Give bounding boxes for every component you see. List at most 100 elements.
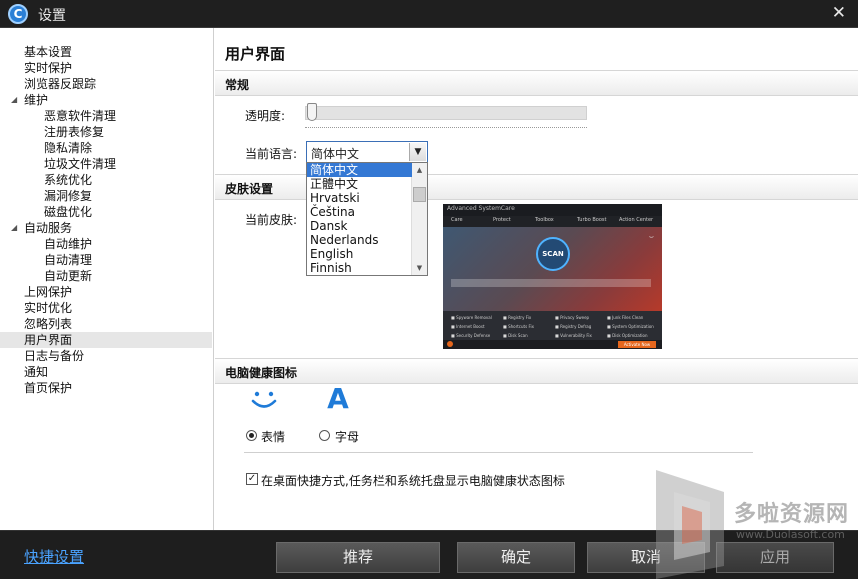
language-option[interactable]: Čeština bbox=[307, 205, 412, 219]
sidebar-item[interactable]: 日志与备份 bbox=[0, 348, 213, 364]
sidebar-item[interactable]: 用户界面 bbox=[0, 332, 212, 348]
section-general: 常规 bbox=[215, 70, 858, 96]
sidebar-item[interactable]: 实时保护 bbox=[0, 60, 213, 76]
chevron-up-icon[interactable]: ▲ bbox=[412, 163, 427, 177]
radio-letter[interactable] bbox=[319, 430, 330, 441]
radio-emoji-label[interactable]: 表情 bbox=[261, 428, 285, 445]
sidebar-item-label: 注册表修复 bbox=[44, 125, 105, 139]
sidebar-item-label: 实时保护 bbox=[24, 61, 73, 75]
sidebar-item-label: 漏洞修复 bbox=[44, 189, 93, 203]
sidebar-item[interactable]: 隐私清除 bbox=[0, 140, 213, 156]
sidebar-item-label: 日志与备份 bbox=[24, 349, 85, 363]
section-health-icon: 电脑健康图标 bbox=[215, 358, 858, 384]
preview-footer: Activate Now bbox=[443, 340, 662, 349]
language-option[interactable]: Nederlands bbox=[307, 233, 412, 247]
sidebar-item-label: 自动维护 bbox=[44, 237, 93, 251]
skin-preview-image[interactable]: Advanced SystemCare Care Protect Toolbox Tu… bbox=[443, 204, 662, 349]
preview-tab: Protect bbox=[493, 217, 511, 223]
letter-a-icon[interactable]: A bbox=[325, 384, 351, 414]
preview-app-name: Advanced SystemCare bbox=[447, 205, 515, 212]
preview-item: Registry Defrag bbox=[555, 324, 603, 330]
language-option[interactable]: 正體中文 bbox=[307, 177, 412, 191]
sidebar-item[interactable]: 通知 bbox=[0, 364, 213, 380]
page-title: 用户界面 bbox=[225, 45, 286, 63]
language-option[interactable]: Dansk bbox=[307, 219, 412, 233]
sidebar-item[interactable]: 忽略列表 bbox=[0, 316, 213, 332]
preview-tabs: Care Protect Toolbox Turbo Boost Action Cent… bbox=[443, 216, 662, 227]
footer-bar: 快捷设置 推荐 确定 取消 应用 bbox=[0, 530, 858, 579]
language-option[interactable]: 简体中文 bbox=[307, 163, 412, 177]
preview-item: Disk Scan bbox=[503, 333, 551, 339]
preview-item: Shortcuts Fix bbox=[503, 324, 551, 330]
settings-window-body: 基本设置 实时保护浏览器反跟踪 ◢ 维护 恶意软件清理 注册表修复隐私清除垃圾文件清理 系统… bbox=[0, 28, 858, 530]
preview-item: Junk Files Clean bbox=[607, 315, 655, 321]
sidebar-item-label: 磁盘优化 bbox=[44, 205, 93, 219]
sidebar-item[interactable]: 恶意软件清理 bbox=[0, 108, 213, 124]
quick-settings-link[interactable]: 快捷设置 bbox=[24, 546, 84, 567]
chevron-down-icon[interactable]: ▼ bbox=[412, 261, 427, 275]
chevron-down-icon[interactable]: ▼ bbox=[409, 143, 426, 161]
radio-letter-label[interactable]: 字母 bbox=[335, 428, 359, 445]
sidebar-item[interactable]: 自动维护 bbox=[0, 236, 213, 252]
preview-logo-icon bbox=[447, 341, 453, 347]
sidebar-item-label: 浏览器反跟踪 bbox=[24, 77, 97, 91]
sidebar-item-label: 垃圾文件清理 bbox=[44, 157, 117, 171]
sidebar-item[interactable]: 基本设置 bbox=[0, 44, 213, 60]
preview-tab: Action Center bbox=[619, 217, 654, 223]
smile-icon[interactable] bbox=[249, 388, 279, 412]
sidebar-item-label: 上网保护 bbox=[24, 285, 73, 299]
expand-caret-icon[interactable]: ◢ bbox=[11, 92, 17, 108]
scrollbar-thumb[interactable] bbox=[413, 187, 426, 202]
ok-button[interactable]: 确定 bbox=[457, 542, 575, 573]
divider bbox=[244, 452, 753, 453]
preview-tab: Care bbox=[451, 217, 463, 223]
sidebar-item[interactable]: 注册表修复 bbox=[0, 124, 213, 140]
close-icon[interactable]: ✕ bbox=[832, 3, 846, 23]
section-general-title: 常规 bbox=[225, 78, 250, 92]
slider-ticks bbox=[305, 126, 587, 128]
sidebar-item[interactable]: ◢ 维护 bbox=[0, 92, 213, 108]
sidebar-item[interactable]: 实时优化 bbox=[0, 300, 213, 316]
settings-sidebar: 基本设置 实时保护浏览器反跟踪 ◢ 维护 恶意软件清理 注册表修复隐私清除垃圾文件清理 系统… bbox=[0, 28, 214, 530]
sidebar-item-label: 忽略列表 bbox=[24, 317, 73, 331]
radio-emoji[interactable] bbox=[246, 430, 257, 441]
apply-button[interactable]: 应用 bbox=[716, 542, 834, 573]
sidebar-item[interactable]: 浏览器反跟踪 bbox=[0, 76, 213, 92]
preview-body: SCAN ⌣ bbox=[443, 227, 662, 311]
sidebar-item-label: 隐私清除 bbox=[44, 141, 93, 155]
cancel-button[interactable]: 取消 bbox=[587, 542, 705, 573]
sidebar-item[interactable]: 上网保护 bbox=[0, 284, 213, 300]
sidebar-item[interactable]: 首页保护 bbox=[0, 380, 213, 396]
sidebar-item-label: 实时优化 bbox=[24, 301, 73, 315]
recommend-button[interactable]: 推荐 bbox=[276, 542, 440, 573]
sidebar-item-label: 自动服务 bbox=[24, 221, 73, 235]
sidebar-item[interactable]: 系统优化 bbox=[0, 172, 213, 188]
transparency-slider-track[interactable] bbox=[305, 106, 587, 120]
main-panel: 用户界面 常规 透明度: 当前语言: 简体中文 ▼ 皮肤设置 当前皮肤: Adv… bbox=[215, 28, 858, 530]
preview-item: Spyware Removal bbox=[451, 315, 499, 321]
dropdown-scrollbar[interactable]: ▲ ▼ bbox=[411, 163, 427, 275]
sidebar-item[interactable]: 垃圾文件清理 bbox=[0, 156, 213, 172]
preview-smile-icon: ⌣ bbox=[648, 232, 654, 241]
preview-item: Internet Boost bbox=[451, 324, 499, 330]
preview-item: Vulnerability Fix bbox=[555, 333, 603, 339]
sidebar-item[interactable]: 磁盘优化 bbox=[0, 204, 213, 220]
title-bar: C 设置 ✕ bbox=[0, 0, 858, 28]
expand-caret-icon[interactable]: ◢ bbox=[11, 220, 17, 236]
sidebar-item[interactable]: 自动更新 bbox=[0, 268, 213, 284]
preview-scan-button: SCAN bbox=[536, 237, 570, 271]
sidebar-item-label: 用户界面 bbox=[24, 333, 73, 347]
language-dropdown-list[interactable]: ▲ ▼ 简体中文 正體中文 Hrvatski Čeština Dansk Nederlan… bbox=[306, 162, 428, 276]
language-select[interactable]: 简体中文 ▼ bbox=[306, 141, 428, 163]
sidebar-item[interactable]: 自动清理 bbox=[0, 252, 213, 268]
transparency-slider-thumb[interactable] bbox=[307, 103, 317, 121]
section-health-icon-title: 电脑健康图标 bbox=[225, 366, 298, 380]
language-option[interactable]: Finnish bbox=[307, 261, 412, 275]
language-option[interactable]: English bbox=[307, 247, 412, 261]
sidebar-item[interactable]: ◢ 自动服务 bbox=[0, 220, 213, 236]
language-option[interactable]: Hrvatski bbox=[307, 191, 412, 205]
tray-icon-checkbox-label[interactable]: 在桌面快捷方式,任务栏和系统托盘显示电脑健康状态图标 bbox=[261, 472, 565, 489]
tray-icon-checkbox[interactable]: ✓ bbox=[246, 473, 258, 485]
section-skin-title: 皮肤设置 bbox=[225, 182, 274, 196]
sidebar-item[interactable]: 漏洞修复 bbox=[0, 188, 213, 204]
